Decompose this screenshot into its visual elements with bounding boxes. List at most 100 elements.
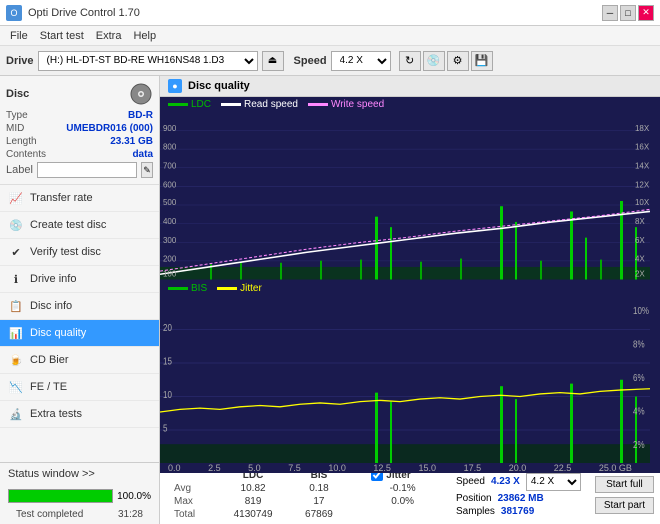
svg-text:6X: 6X [635, 236, 645, 245]
refresh-icon[interactable]: ↻ [399, 51, 421, 71]
sidebar-item-disc-info[interactable]: 📋 Disc info [0, 293, 159, 320]
svg-text:400: 400 [163, 217, 177, 226]
action-buttons: Start full Start part [589, 465, 660, 524]
disc-quality-icon: 📊 [8, 325, 24, 341]
menubar: File Start test Extra Help [0, 26, 660, 46]
disc-contents-row: Contents data [6, 149, 153, 160]
svg-text:16X: 16X [635, 143, 650, 152]
sidebar-item-label-transfer-rate: Transfer rate [30, 192, 93, 204]
stats-table: LDC BIS Jitter [168, 468, 440, 521]
start-part-button[interactable]: Start part [595, 497, 654, 514]
total-ldc: 4130749 [216, 508, 290, 521]
speed-row-value: 4.23 X [491, 476, 520, 487]
status-window-button[interactable]: Status window >> [0, 463, 159, 485]
app-title: Opti Drive Control 1.70 [28, 7, 140, 19]
read-speed-legend-label: Read speed [244, 99, 298, 110]
disc-label-row: Label ✎ [6, 162, 153, 178]
titlebar-left: O Opti Drive Control 1.70 [6, 5, 140, 21]
sidebar-item-label-disc-info: Disc info [30, 300, 72, 312]
mid-value: UMEBDR016 (000) [66, 123, 153, 134]
sidebar-item-disc-quality[interactable]: 📊 Disc quality [0, 320, 159, 347]
verify-test-disc-icon: ✔ [8, 244, 24, 260]
disc-icon[interactable]: 💿 [423, 51, 445, 71]
save-icon[interactable]: 💾 [471, 51, 493, 71]
sidebar-item-label-drive-info: Drive info [30, 273, 76, 285]
create-test-disc-icon: 💿 [8, 217, 24, 233]
progress-row: 100.0% [0, 485, 159, 507]
jitter-legend: Jitter [217, 283, 262, 294]
total-row: Total 4130749 67869 [168, 508, 440, 521]
menu-extra[interactable]: Extra [90, 28, 128, 44]
samples-row: Samples 381769 [456, 506, 581, 517]
chart1-legend: LDC Read speed Write speed [160, 97, 660, 112]
menu-help[interactable]: Help [127, 28, 162, 44]
max-bis: 17 [290, 495, 348, 508]
samples-value: 381769 [501, 506, 534, 517]
drive-label: Drive [6, 55, 34, 67]
bottom-panel: LDC BIS Jitter [160, 464, 660, 524]
disc-svg-icon [129, 82, 153, 106]
svg-text:200: 200 [163, 255, 177, 264]
read-speed-legend-color [221, 103, 241, 106]
total-bis: 67869 [290, 508, 348, 521]
svg-text:2%: 2% [633, 439, 645, 450]
sidebar-item-fe-te[interactable]: 📉 FE / TE [0, 374, 159, 401]
sidebar-item-verify-test-disc[interactable]: ✔ Verify test disc [0, 239, 159, 266]
sidebar-item-label-create-test-disc: Create test disc [30, 219, 106, 231]
disc-label-edit-button[interactable]: ✎ [141, 162, 153, 178]
svg-text:12X: 12X [635, 180, 650, 189]
titlebar-controls: ─ □ ✕ [602, 5, 654, 21]
avg-row: Avg 10.82 0.18 -0.1% [168, 482, 440, 495]
speed-select-sm[interactable]: 4.2 X [526, 473, 581, 491]
minimize-button[interactable]: ─ [602, 5, 618, 21]
svg-text:5: 5 [163, 422, 167, 433]
close-button[interactable]: ✕ [638, 5, 654, 21]
status-bar-bottom: Status window >> 100.0% Test completed 3… [0, 462, 159, 524]
sidebar-item-cd-bier[interactable]: 🍺 CD Bier [0, 347, 159, 374]
drive-toolbar: Drive (H:) HL-DT-ST BD-RE WH16NS48 1.D3 … [0, 46, 660, 76]
chart2-svg-container: 20 15 10 5 10% 8% 6% 4% 2% 0.02.55.07.51… [160, 296, 660, 464]
settings-icon[interactable]: ⚙ [447, 51, 469, 71]
drive-select[interactable]: (H:) HL-DT-ST BD-RE WH16NS48 1.D3 [38, 51, 258, 71]
position-value: 23862 MB [498, 493, 544, 504]
svg-text:500: 500 [163, 198, 177, 207]
svg-text:4X: 4X [635, 255, 645, 264]
maximize-button[interactable]: □ [620, 5, 636, 21]
menu-file[interactable]: File [4, 28, 34, 44]
bis-legend-color [168, 287, 188, 290]
svg-text:600: 600 [163, 180, 177, 189]
speed-row: Speed 4.23 X 4.2 X [456, 473, 581, 491]
total-label: Total [168, 508, 216, 521]
svg-text:10X: 10X [635, 198, 650, 207]
sidebar-item-create-test-disc[interactable]: 💿 Create test disc [0, 212, 159, 239]
fe-te-icon: 📉 [8, 379, 24, 395]
eject-button[interactable]: ⏏ [262, 51, 284, 71]
samples-label: Samples [456, 506, 495, 517]
sidebar-item-extra-tests[interactable]: 🔬 Extra tests [0, 401, 159, 428]
progress-bar-inner [9, 490, 112, 502]
svg-text:10%: 10% [633, 305, 649, 316]
chart2-legend: BIS Jitter [160, 281, 660, 296]
svg-text:18X: 18X [635, 124, 650, 133]
menu-start-test[interactable]: Start test [34, 28, 90, 44]
max-ldc: 819 [216, 495, 290, 508]
position-row: Position 23862 MB [456, 493, 581, 504]
sidebar-item-label-verify-test-disc: Verify test disc [30, 246, 101, 258]
disc-type-row: Type BD-R [6, 110, 153, 121]
jitter-legend-color [217, 287, 237, 290]
sidebar-item-drive-info[interactable]: ℹ Drive info [0, 266, 159, 293]
sidebar-nav: 📈 Transfer rate 💿 Create test disc ✔ Ver… [0, 185, 159, 428]
start-full-button[interactable]: Start full [595, 476, 654, 493]
disc-label-input[interactable] [37, 162, 137, 178]
bis-legend: BIS [168, 283, 207, 294]
disc-quality-title: Disc quality [188, 80, 250, 92]
sidebar-item-transfer-rate[interactable]: 📈 Transfer rate [0, 185, 159, 212]
sidebar-item-label-extra-tests: Extra tests [30, 408, 82, 420]
avg-jitter: -0.1% [365, 482, 440, 495]
speed-select[interactable]: 4.2 X [331, 51, 391, 71]
chart2-svg: 20 15 10 5 10% 8% 6% 4% 2% [160, 296, 650, 464]
bis-legend-label: BIS [191, 283, 207, 294]
read-speed-legend: Read speed [221, 99, 298, 110]
svg-text:14X: 14X [635, 161, 650, 170]
speed-row-label: Speed [456, 476, 485, 487]
